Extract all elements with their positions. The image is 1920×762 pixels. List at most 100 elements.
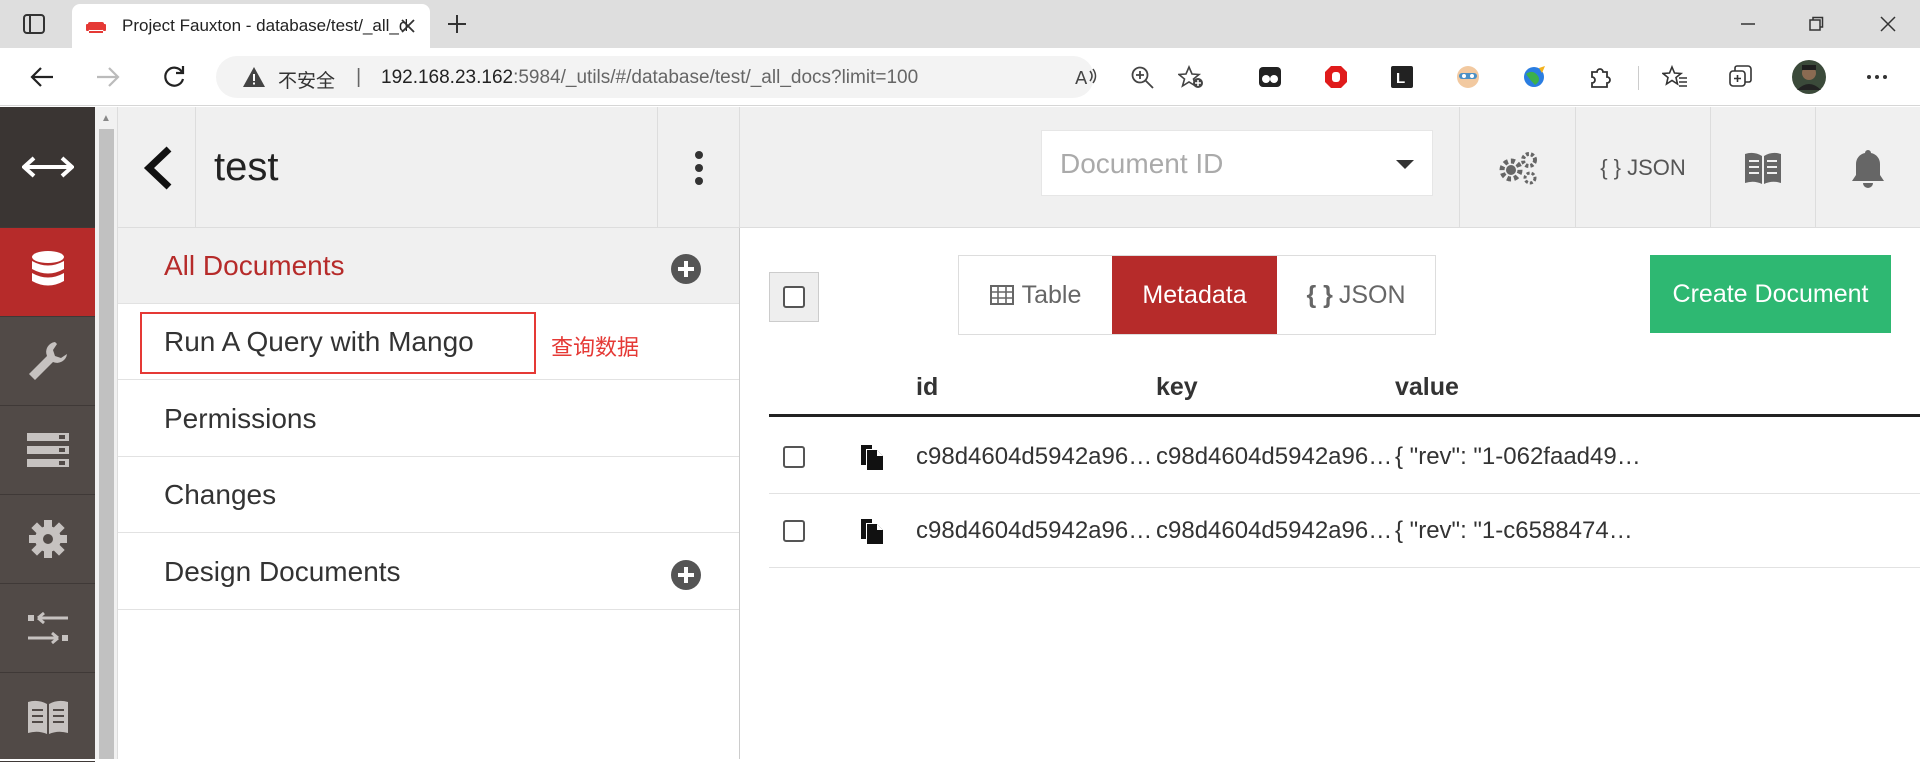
collections-icon[interactable]	[1726, 62, 1756, 92]
svg-text:L: L	[1396, 70, 1405, 87]
scroll-up-icon[interactable]: ▲	[101, 113, 111, 124]
url-path: :5984/_utils/#/database/test/_all_docs?l…	[513, 67, 919, 88]
more-menu-icon[interactable]	[1862, 62, 1892, 92]
documents-panel: Table Metadata { } JSON Create Document …	[741, 228, 1920, 759]
refresh-icon[interactable]	[156, 60, 192, 94]
extension-l-icon[interactable]: L	[1387, 62, 1417, 92]
row-checkbox[interactable]	[783, 446, 805, 468]
column-header-id: id	[916, 373, 939, 401]
select-all-checkbox[interactable]	[783, 286, 805, 308]
tab-table[interactable]: Table	[959, 256, 1112, 334]
sidebar-item-label: Run A Query with Mango	[164, 326, 474, 357]
url-host: 192.168.23.162	[381, 67, 514, 88]
add-favorite-icon[interactable]	[1178, 65, 1204, 89]
chevron-down-icon[interactable]	[1396, 160, 1414, 169]
forward-icon[interactable]	[90, 60, 126, 94]
profile-avatar[interactable]	[1792, 60, 1826, 94]
add-document-icon[interactable]	[671, 254, 701, 284]
sidebar-item-label: Design Documents	[164, 556, 401, 587]
nav-scrollbar[interactable]: ▲	[95, 107, 118, 759]
primary-nav	[0, 107, 95, 762]
table-icon	[989, 285, 1014, 305]
documentation-book-icon[interactable]	[1710, 107, 1815, 228]
document-id-jump[interactable]: Document ID	[1041, 130, 1433, 196]
database-name: test	[214, 145, 279, 189]
cell-key: c98d4604d5942a96…	[1156, 443, 1393, 470]
row-checkbox[interactable]	[783, 520, 805, 542]
sidebar-item-changes[interactable]: Changes	[118, 457, 739, 533]
sidebar-item-all-documents[interactable]: All Documents	[118, 228, 739, 304]
extensions-puzzle-icon[interactable]	[1585, 62, 1615, 92]
address-toolbar: 不安全 | 192.168.23.162:5984/_utils/#/datab…	[0, 48, 1920, 106]
nav-documentation-icon[interactable]	[0, 673, 95, 762]
cell-key: c98d4604d5942a96…	[1156, 517, 1393, 544]
browser-tab[interactable]: Project Fauxton - database/test/_all_doc…	[72, 4, 430, 48]
scroll-thumb[interactable]	[99, 129, 114, 759]
tab-actions-icon[interactable]	[16, 10, 52, 38]
tab-metadata[interactable]: Metadata	[1112, 256, 1277, 334]
database-options-icon[interactable]	[657, 107, 739, 228]
warning-icon	[243, 67, 265, 87]
url-text: 192.168.23.162:5984/_utils/#/database/te…	[381, 67, 918, 89]
create-document-button[interactable]: Create Document	[1650, 255, 1891, 333]
sidebar-item-design-documents[interactable]: Design Documents	[118, 534, 739, 610]
new-tab-icon[interactable]	[442, 10, 472, 38]
extension-avatar-icon[interactable]	[1453, 62, 1483, 92]
table-row[interactable]: c98d4604d5942a96… c98d4604d5942a96… { "r…	[769, 420, 1920, 494]
tab-json[interactable]: { } JSON	[1277, 256, 1435, 334]
browser-tab-bar: Project Fauxton - database/test/_all_doc…	[0, 0, 1920, 48]
api-json-button[interactable]: { } JSON	[1575, 107, 1710, 228]
database-header: test	[118, 107, 740, 228]
nav-databases-icon[interactable]	[0, 228, 95, 317]
sidebar-item-label: Changes	[164, 479, 277, 510]
cell-id: c98d4604d5942a96…	[916, 443, 1153, 470]
close-tab-icon[interactable]	[398, 16, 418, 36]
sidebar-item-label: All Documents	[164, 250, 345, 281]
braces-icon: { }	[1306, 280, 1333, 309]
document-id-placeholder: Document ID	[1060, 148, 1224, 179]
cell-id: c98d4604d5942a96…	[916, 517, 1153, 544]
nav-replication-icon[interactable]	[0, 584, 95, 673]
database-sidebar: All Documents Run A Query with Mango 查询数…	[118, 228, 740, 759]
extension-globe-icon[interactable]	[1519, 62, 1549, 92]
sidebar-item-permissions[interactable]: Permissions	[118, 381, 739, 457]
settings-gears-icon[interactable]	[1459, 107, 1575, 228]
nav-active-tasks-icon[interactable]	[0, 406, 95, 495]
copy-icon[interactable]	[859, 443, 885, 471]
nav-toggle-icon[interactable]	[0, 107, 95, 228]
copy-icon[interactable]	[859, 517, 885, 545]
svg-text:A: A	[1075, 68, 1088, 89]
read-aloud-icon[interactable]: A	[1074, 65, 1100, 89]
view-toggle: Table Metadata { } JSON	[958, 255, 1436, 335]
column-header-value: value	[1395, 373, 1459, 401]
add-design-document-icon[interactable]	[671, 560, 701, 590]
zoom-icon[interactable]	[1130, 65, 1156, 89]
table-header: id key value	[769, 363, 1920, 417]
back-to-databases-icon[interactable]	[118, 107, 196, 228]
back-icon[interactable]	[24, 60, 60, 94]
address-bar[interactable]: 不安全 | 192.168.23.162:5984/_utils/#/datab…	[216, 56, 1203, 98]
extension-tampermonkey-icon[interactable]	[1255, 62, 1285, 92]
table-row[interactable]: c98d4604d5942a96… c98d4604d5942a96… { "r…	[769, 494, 1920, 568]
minimize-icon[interactable]	[1728, 8, 1768, 40]
nav-config-gear-icon[interactable]	[0, 495, 95, 584]
toolbar-divider	[1638, 66, 1639, 90]
cell-value: { "rev": "1-c6588474…	[1395, 517, 1633, 544]
extension-adblock-icon[interactable]	[1321, 62, 1351, 92]
notifications-bell-icon[interactable]	[1815, 107, 1920, 228]
tab-table-label: Table	[1021, 280, 1082, 309]
favorites-icon[interactable]	[1660, 62, 1690, 92]
api-json-label: { } JSON	[1600, 154, 1686, 180]
close-window-icon[interactable]	[1868, 8, 1908, 40]
sidebar-item-label: Permissions	[164, 403, 317, 434]
fauxton-app: ▲ test Document ID { } JSON All Document…	[0, 107, 1920, 762]
tab-json-label: JSON	[1338, 280, 1406, 309]
restore-icon[interactable]	[1796, 8, 1836, 40]
column-header-key: key	[1156, 373, 1198, 401]
nav-setup-wrench-icon[interactable]	[0, 317, 95, 406]
sidebar-item-mango-query[interactable]: Run A Query with Mango 查询数据	[118, 304, 739, 380]
address-separator: |	[356, 66, 362, 88]
annotation-label: 查询数据	[551, 336, 640, 361]
security-label: 不安全	[278, 70, 336, 92]
select-all-button[interactable]	[769, 272, 819, 322]
